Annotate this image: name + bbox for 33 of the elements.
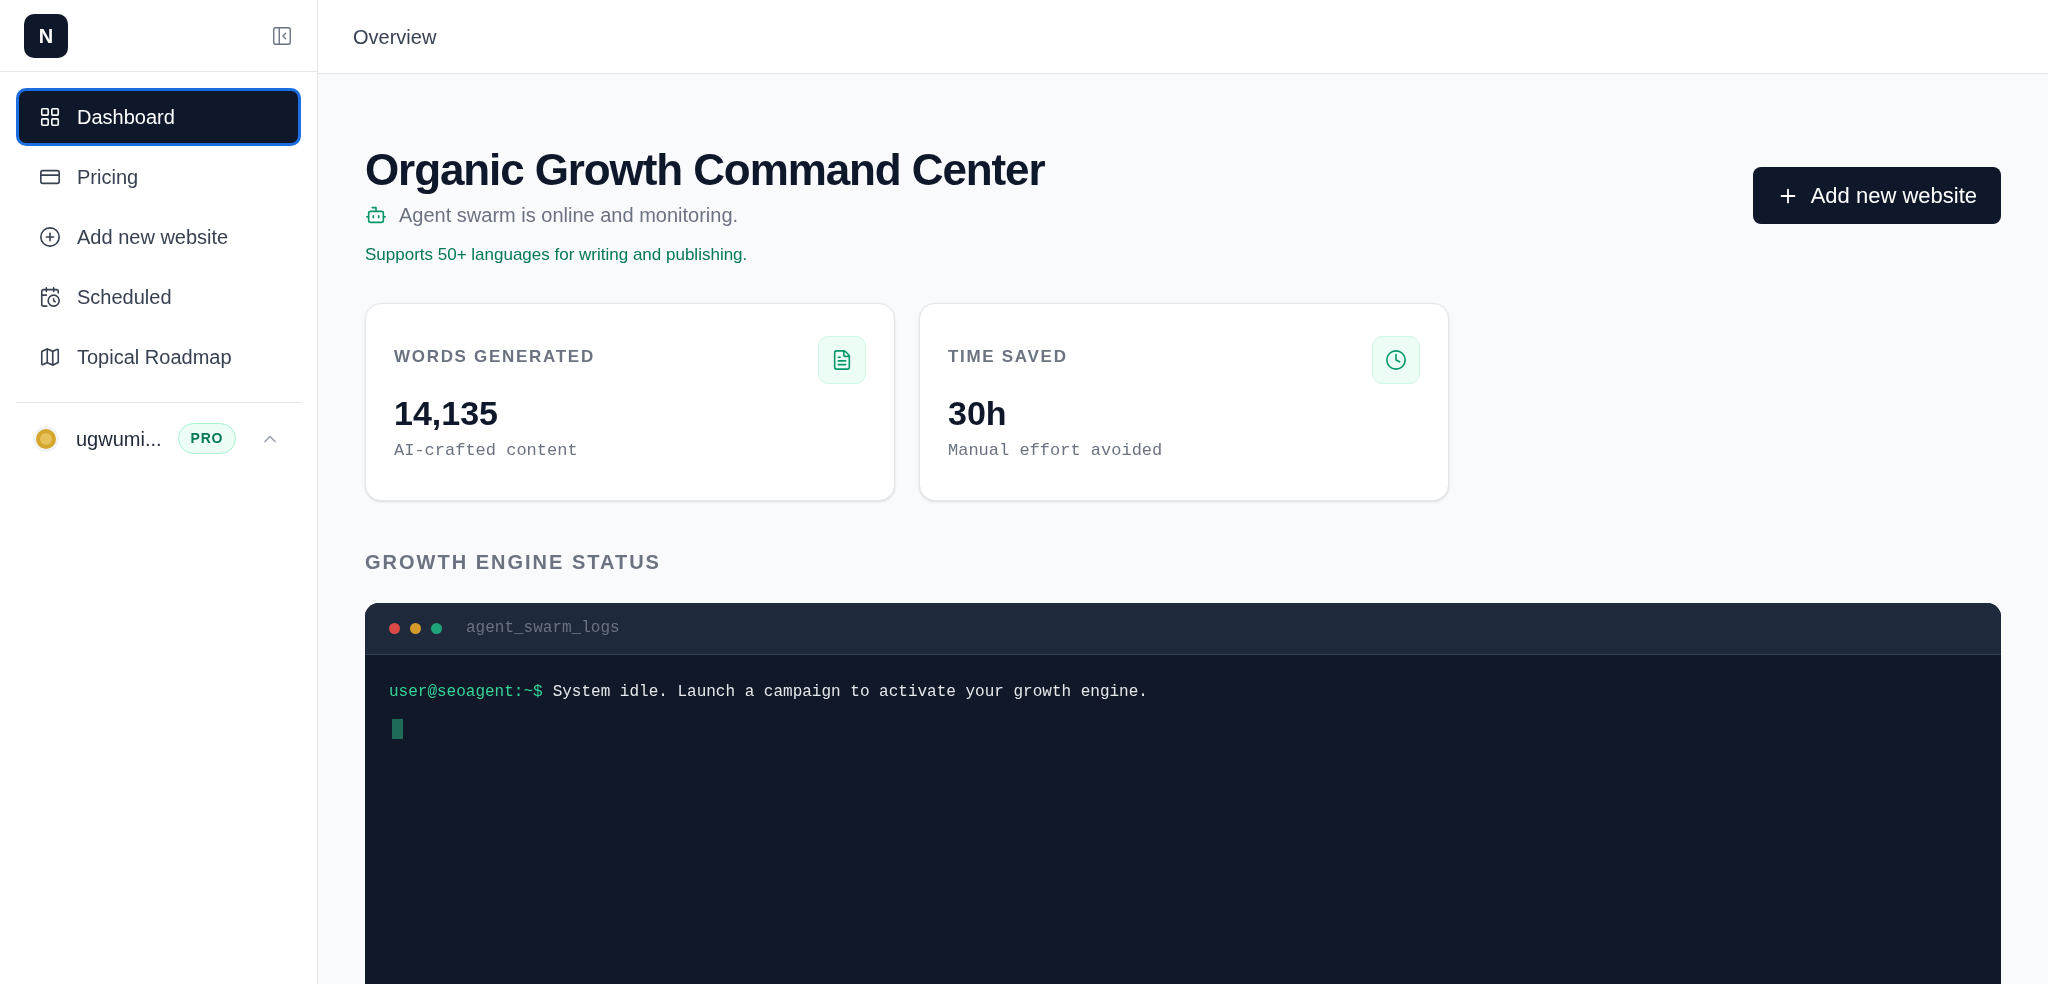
page-header-title: Overview	[353, 24, 437, 50]
add-website-button[interactable]: Add new website	[1752, 167, 2001, 224]
stat-value: 14,135	[394, 392, 499, 434]
sidebar-item[interactable]: Dashboard	[16, 88, 301, 146]
stat-label: TIME SAVED	[948, 345, 1068, 368]
clock-icon	[1372, 335, 1420, 384]
collapse-sidebar-icon[interactable]	[271, 24, 293, 47]
stat-label: WORDS GENERATED	[394, 345, 595, 368]
plus-circle-icon	[39, 226, 61, 248]
plan-badge: PRO	[177, 423, 237, 454]
terminal-message: System idle. Launch a campaign to activate your growth engine.	[552, 681, 1148, 703]
user-name[interactable]: ugwumi...	[76, 423, 162, 454]
grid-icon	[39, 106, 61, 128]
robot-icon	[365, 204, 387, 226]
app-logo[interactable]: N	[24, 13, 68, 58]
avatar-icon	[32, 424, 60, 453]
page-title: Organic Growth Command Center	[365, 144, 1045, 196]
sidebar-item[interactable]: Add new website	[16, 208, 301, 266]
stat-value: 30h	[948, 392, 1008, 434]
terminal-title: agent_swarm_logs	[466, 618, 620, 639]
stat-caption: Manual effort avoided	[948, 439, 1164, 462]
document-icon	[818, 335, 866, 384]
sidebar-item[interactable]: Topical Roadmap	[16, 328, 301, 386]
sidebar-item[interactable]: Scheduled	[16, 268, 301, 326]
stat-caption: AI-crafted content	[394, 439, 579, 462]
terminal-cursor	[392, 718, 403, 739]
sidebar-item[interactable]: Pricing	[16, 148, 301, 206]
terminal-prompt: user@seoagent:~$	[389, 681, 543, 703]
status-text: Agent swarm is online and monitoring.	[399, 203, 739, 228]
map-icon	[39, 346, 61, 368]
languages-note: Supports 50+ languages for writing and publishing.	[365, 244, 749, 266]
section-title: GROWTH ENGINE STATUS	[365, 549, 662, 575]
calendar-icon	[39, 286, 61, 308]
